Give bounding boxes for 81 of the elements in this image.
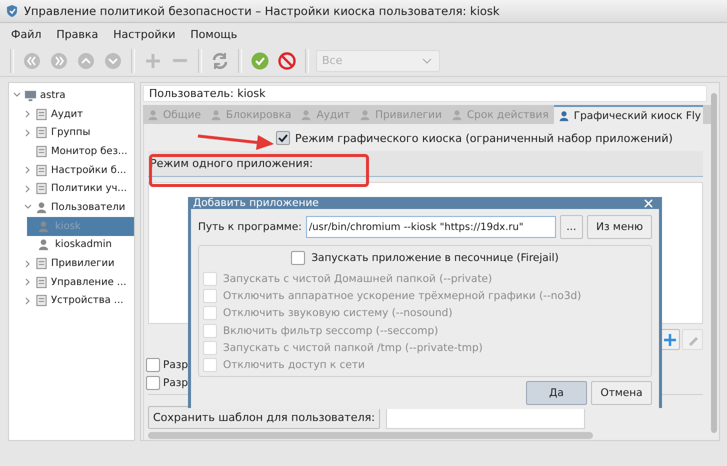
checkbox-label: Запускать с чистой папкой /tmp (--private-tmp) [223,342,483,354]
monitor-icon [24,88,37,102]
checkbox-label: Отключить доступ к сети [223,359,365,372]
plus-icon [662,332,676,346]
path-label: Путь к программе: [198,221,302,233]
vertical-scrollbar[interactable] [711,93,717,433]
ok-button[interactable]: Да [526,380,587,405]
tree-item[interactable]: Монитор без... [51,146,128,157]
person-icon [300,108,312,121]
chevron-right-icon[interactable] [24,260,32,268]
tree-item[interactable]: Устройства ... [51,295,124,306]
checkmark-icon [250,50,270,70]
tree-item[interactable]: Управление ... [51,276,126,288]
refresh-icon [210,50,230,70]
document-icon [35,257,48,270]
person-icon [35,200,48,214]
document-icon [35,144,48,158]
menu-item[interactable]: Файл [11,28,42,40]
close-icon[interactable] [644,198,653,208]
chevron-down-icon[interactable] [24,203,32,212]
path-field[interactable]: /usr/bin/chromium --kiosk "https://19dx.ru" [306,216,556,238]
menu-item[interactable]: Настройки [113,28,176,40]
from-menu-button[interactable]: Из меню [587,215,652,239]
checkbox-label: Запускать с чистой Домашней папкой (--private) [223,272,492,285]
checkbox[interactable] [276,131,290,145]
checkbox[interactable] [146,376,160,390]
tab[interactable]: Графический киоск Fly [554,105,703,124]
chevron-right-icon[interactable] [24,128,32,137]
document-icon [35,164,48,177]
cancel-button[interactable]: Отмена [591,380,652,405]
double-chevron-right-icon [49,50,69,70]
prohibited-icon [277,50,297,70]
double-chevron-left-icon [22,50,42,70]
checkbox-label: Запускать приложение в песочнице (Firejail) [311,252,559,264]
chevron-right-icon[interactable] [24,166,32,174]
person-icon [37,220,50,233]
tree-item[interactable]: Привилегии [51,258,115,270]
document-icon [35,108,48,121]
document-icon [35,182,48,196]
menu-item[interactable]: Правка [56,28,98,40]
checkbox[interactable] [146,358,160,372]
caret-icon [422,58,432,64]
checkbox-label: Разр [163,377,188,389]
window-title: Управление политикой безопасности – Настройки киоска пользователя: kiosk [24,4,500,18]
user-label: Пользователь: kiosk [143,85,707,102]
checkbox-label: Режим графического киоска (ограниченный набор приложений) [295,132,673,144]
tree-item[interactable]: Аудит [51,108,83,120]
tree-item[interactable]: Пользователи [51,202,126,213]
tree-item[interactable]: Политики уч... [51,183,127,194]
person-icon [37,238,50,252]
dialog-title: Добавить приложение [193,197,319,209]
chevron-right-icon[interactable] [24,278,32,286]
checkbox-label: Отключить звуковую систему (--nosound) [223,307,452,320]
chevron-down-icon[interactable] [13,91,21,100]
tree-item[interactable]: Настройки б... [51,164,126,176]
tree-item[interactable]: astra [40,90,66,101]
person-icon [210,108,222,121]
checkbox-label: Отключить аппаратное ускорение трёхмерной графики (--no3d) [223,290,582,302]
person-icon [450,108,463,121]
minus-icon [173,59,187,62]
tree-item[interactable]: Группы [51,127,90,138]
person-icon [147,108,159,121]
shield-icon [5,4,19,18]
chevron-right-icon[interactable] [24,110,32,118]
edit-button[interactable] [682,329,703,350]
horizontal-scrollbar[interactable] [148,432,593,439]
person-icon [558,110,570,122]
chevron-up-icon [76,50,96,70]
document-icon [35,276,48,289]
chevron-right-icon[interactable] [24,184,32,193]
tree-item[interactable]: kioskadmin [27,236,134,254]
checkbox[interactable] [291,251,306,265]
chevron-down-icon [103,50,123,70]
browse-button[interactable]: ... [560,215,584,239]
chevron-right-icon[interactable] [24,296,32,305]
menu-item[interactable]: Помощь [190,28,238,40]
person-icon [359,108,372,121]
checkbox-label: Разр [163,359,188,371]
document-icon [35,294,48,308]
document-icon [35,126,48,140]
checkbox-label: Включить фильтр seccomp (--seccomp) [223,324,438,337]
